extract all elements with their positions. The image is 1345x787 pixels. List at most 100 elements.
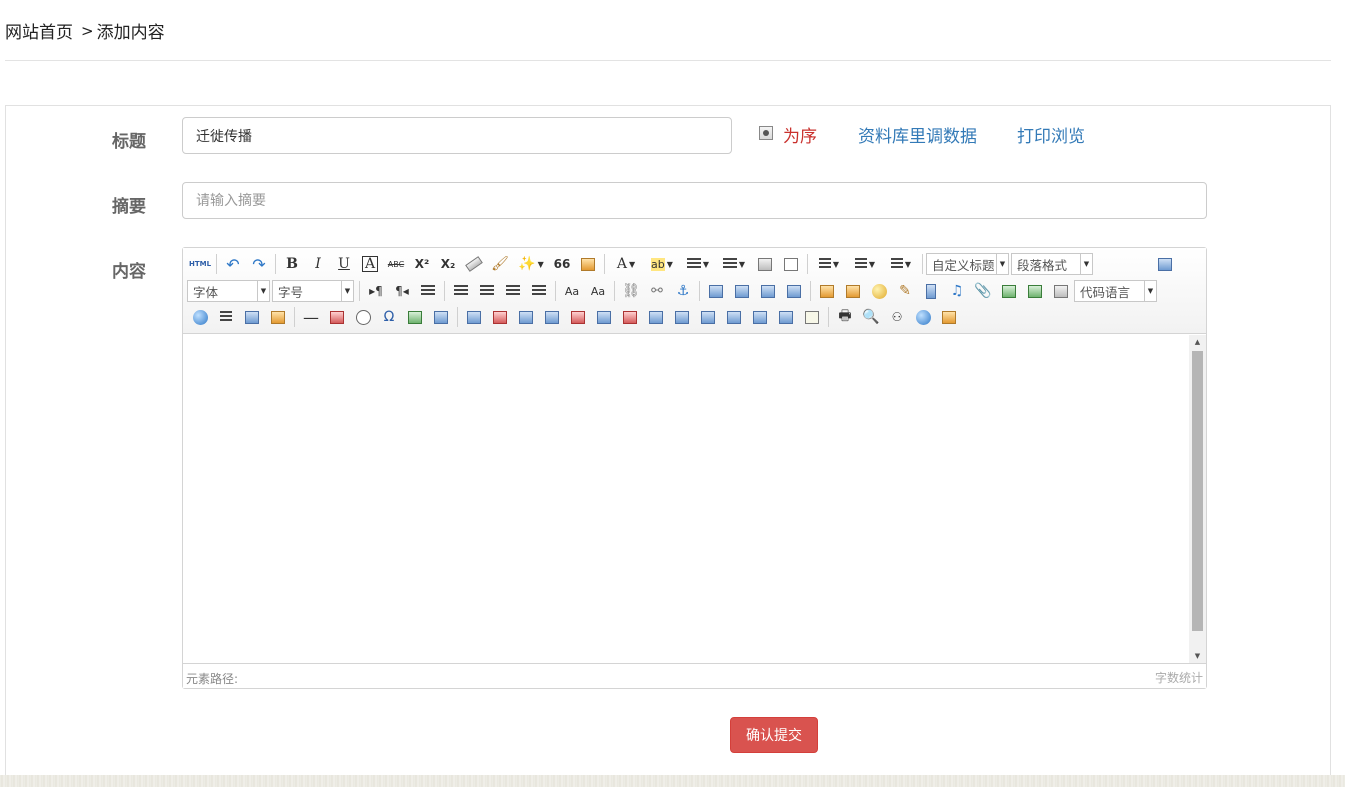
attachment-button[interactable]: 📎 (970, 280, 996, 302)
draft-button[interactable] (936, 306, 962, 328)
summary-input[interactable] (182, 182, 1207, 219)
align-left-button[interactable] (448, 280, 474, 302)
editor-scrollbar[interactable]: ▲ ▼ (1189, 335, 1206, 663)
title-input[interactable] (182, 117, 732, 154)
insert-row-button[interactable] (539, 306, 565, 328)
anchor-button[interactable]: ⚓ (670, 280, 696, 302)
search-replace-button[interactable]: ⚇ (884, 306, 910, 328)
select-all-button[interactable] (752, 253, 778, 275)
preview-zoom-button[interactable]: 🔍 (858, 306, 884, 328)
submit-button[interactable]: 确认提交 (730, 717, 818, 753)
image-center-button[interactable] (781, 280, 807, 302)
custom-title-select[interactable]: 自定义标题 ▼ (926, 253, 1009, 275)
emotion-button[interactable] (866, 280, 892, 302)
font-border-button[interactable]: A (357, 253, 383, 275)
snapscreen-button[interactable] (402, 306, 428, 328)
scrawl-button[interactable]: ✎ (892, 280, 918, 302)
split-cells-button[interactable] (721, 306, 747, 328)
help-button[interactable] (910, 306, 936, 328)
insert-table-button[interactable] (461, 306, 487, 328)
paste-plain-button[interactable] (575, 253, 601, 275)
multi-image-button[interactable] (840, 280, 866, 302)
undo-button[interactable]: ↶ (220, 253, 246, 275)
scroll-down-icon[interactable]: ▼ (1189, 649, 1206, 663)
eraser-button[interactable] (461, 253, 487, 275)
bold-button[interactable]: B (279, 253, 305, 275)
delete-col-button[interactable] (617, 306, 643, 328)
clear-doc-button[interactable] (778, 253, 804, 275)
pagebreak-button[interactable] (213, 306, 239, 328)
insert-video-button[interactable] (918, 280, 944, 302)
editor-content-area[interactable] (183, 335, 1206, 663)
redo-button[interactable]: ↷ (246, 253, 272, 275)
html-source-button[interactable]: HTML (187, 253, 213, 275)
blockquote-button[interactable]: 66 (549, 253, 575, 275)
link-button[interactable]: ⛓ (618, 280, 644, 302)
subscript-button[interactable]: X₂ (435, 253, 461, 275)
italic-button[interactable]: I (305, 253, 331, 275)
insert-col-button[interactable] (591, 306, 617, 328)
format-brush-button[interactable]: 🖌 (487, 253, 513, 275)
date-button[interactable] (324, 306, 350, 328)
align-center-button[interactable] (474, 280, 500, 302)
background-button[interactable] (265, 306, 291, 328)
split-rows-button[interactable] (747, 306, 773, 328)
image-left-button[interactable] (729, 280, 755, 302)
delete-table-button[interactable] (487, 306, 513, 328)
merge-cells-button[interactable] (643, 306, 669, 328)
line-height-button[interactable]: ▼ (883, 253, 919, 275)
insert-frame-button[interactable] (1048, 280, 1074, 302)
image-none-button[interactable] (703, 280, 729, 302)
map-button[interactable] (1022, 280, 1048, 302)
superscript-button[interactable]: X² (409, 253, 435, 275)
library-data-link[interactable]: 资料库里调数据 (858, 122, 977, 147)
webapp-button[interactable] (187, 306, 213, 328)
scroll-up-icon[interactable]: ▲ (1189, 335, 1206, 349)
paragraph-format-select[interactable]: 段落格式 ▼ (1011, 253, 1093, 275)
align-justify-button[interactable] (526, 280, 552, 302)
rtl-button[interactable]: ¶◂ (389, 280, 415, 302)
align-right-button[interactable] (500, 280, 526, 302)
row-spacing-top-button[interactable]: ▼ (811, 253, 847, 275)
auto-format-button[interactable]: ✨ ▼ (513, 253, 549, 275)
image-gallery-button[interactable] (996, 280, 1022, 302)
order-checkbox[interactable] (759, 126, 773, 140)
strikethrough-button[interactable]: ABC (383, 253, 409, 275)
split-cols-button[interactable] (773, 306, 799, 328)
ltr-button[interactable]: ▸¶ (363, 280, 389, 302)
highlight-button[interactable]: ab ▼ (644, 253, 680, 275)
print-preview-link[interactable]: 打印浏览 (1017, 122, 1085, 147)
indent-button[interactable] (415, 280, 441, 302)
horizontal-rule-button[interactable]: — (298, 306, 324, 328)
lowercase-button[interactable]: Aa (585, 280, 611, 302)
font-size-select[interactable]: 字号 ▼ (272, 280, 354, 302)
order-option[interactable]: 为序 (783, 122, 817, 147)
template-button[interactable] (239, 306, 265, 328)
insert-image-button[interactable] (814, 280, 840, 302)
word-image-button[interactable] (428, 306, 454, 328)
row-spacing-bottom-button[interactable]: ▼ (847, 253, 883, 275)
delete-row-button[interactable] (565, 306, 591, 328)
anchor-icon: ⚓ (676, 283, 690, 299)
font-family-select[interactable]: 字体 ▼ (187, 280, 270, 302)
insert-paragraph-before-table-button[interactable] (513, 306, 539, 328)
chart-button[interactable] (799, 306, 825, 328)
music-button[interactable]: ♫ (944, 280, 970, 302)
unlink-button[interactable]: ⚯ (644, 280, 670, 302)
code-language-select[interactable]: 代码语言 ▼ (1074, 280, 1157, 302)
merge-down-button[interactable] (695, 306, 721, 328)
delete-row-icon (571, 310, 585, 324)
preview-button[interactable] (1152, 253, 1178, 275)
print-button[interactable]: 🖶 (832, 306, 858, 328)
unordered-list-button[interactable]: ▼ (716, 253, 752, 275)
scrollbar-thumb[interactable] (1192, 351, 1203, 631)
image-right-button[interactable] (755, 280, 781, 302)
special-char-button[interactable]: Ω (376, 306, 402, 328)
uppercase-button[interactable]: Aa (559, 280, 585, 302)
breadcrumb-home[interactable]: 网站首页 (5, 18, 73, 43)
time-button[interactable] (350, 306, 376, 328)
ordered-list-button[interactable]: ▼ (680, 253, 716, 275)
font-color-button[interactable]: A ▼ (608, 253, 644, 275)
underline-button[interactable]: U (331, 253, 357, 275)
merge-right-button[interactable] (669, 306, 695, 328)
